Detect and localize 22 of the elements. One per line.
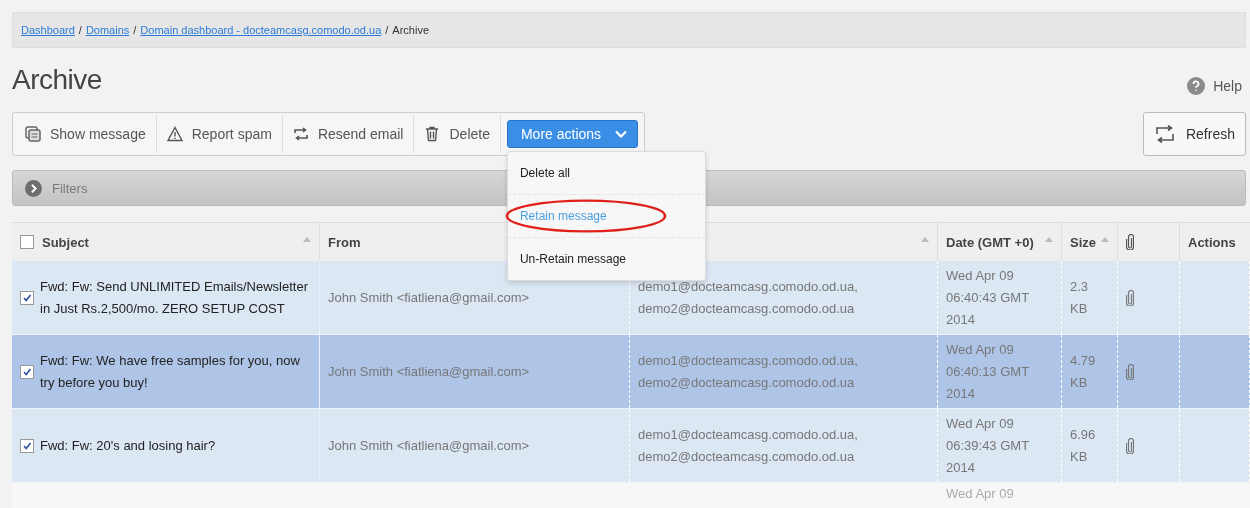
size-text: 4.79 KB [1070, 351, 1097, 392]
recipients-text: demo1@docteamcasg.comodo.od.ua, demo2@docteamcasg.comodo.od.ua [638, 351, 858, 392]
breadcrumb-separator: / [133, 24, 137, 36]
date-text: Wed Apr 09 06:40:43 GMT 2014 [946, 266, 1030, 329]
breadcrumb-separator: / [78, 24, 82, 36]
breadcrumb-separator: / [385, 24, 389, 36]
filters-label: Filters [52, 180, 88, 196]
recipients-text: demo1@docteamcasg.comodo.od.ua, demo2@docteamcasg.comodo.od.ua [638, 277, 858, 318]
date-text: Wed Apr 09 06:39:43 GMT 2014 [946, 414, 1030, 477]
page-title: Archive [12, 64, 102, 96]
subject-text: Fwd: Fw: We have free samples for you, now try before you buy! [40, 351, 301, 392]
size-text: 6.96 KB [1070, 425, 1097, 466]
date-text: Wed Apr 09 06:40:13 GMT 2014 [946, 340, 1030, 403]
size-text: 2.3 KB [1070, 277, 1090, 318]
date-text: Wed Apr 09 [946, 486, 1014, 501]
sender-text: John Smith <fiatliena@gmail.com> [328, 288, 530, 307]
subject-text: Fwd: Fw: 20's and losing hair? [40, 436, 217, 455]
sender-text: John Smith <fiatliena@gmail.com> [328, 362, 530, 381]
subject-text: Fwd: Fw: Send UNLIMITED Emails/Newsletter in Just Rs.2,500/mo. ZERO SETUP COST [40, 277, 309, 318]
breadcrumb-current: Archive [392, 24, 430, 36]
recipients-text: demo1@docteamcasg.comodo.od.ua, demo2@docteamcasg.comodo.od.ua [638, 425, 858, 466]
sender-text: John Smith <fiatliena@gmail.com> [328, 436, 530, 455]
